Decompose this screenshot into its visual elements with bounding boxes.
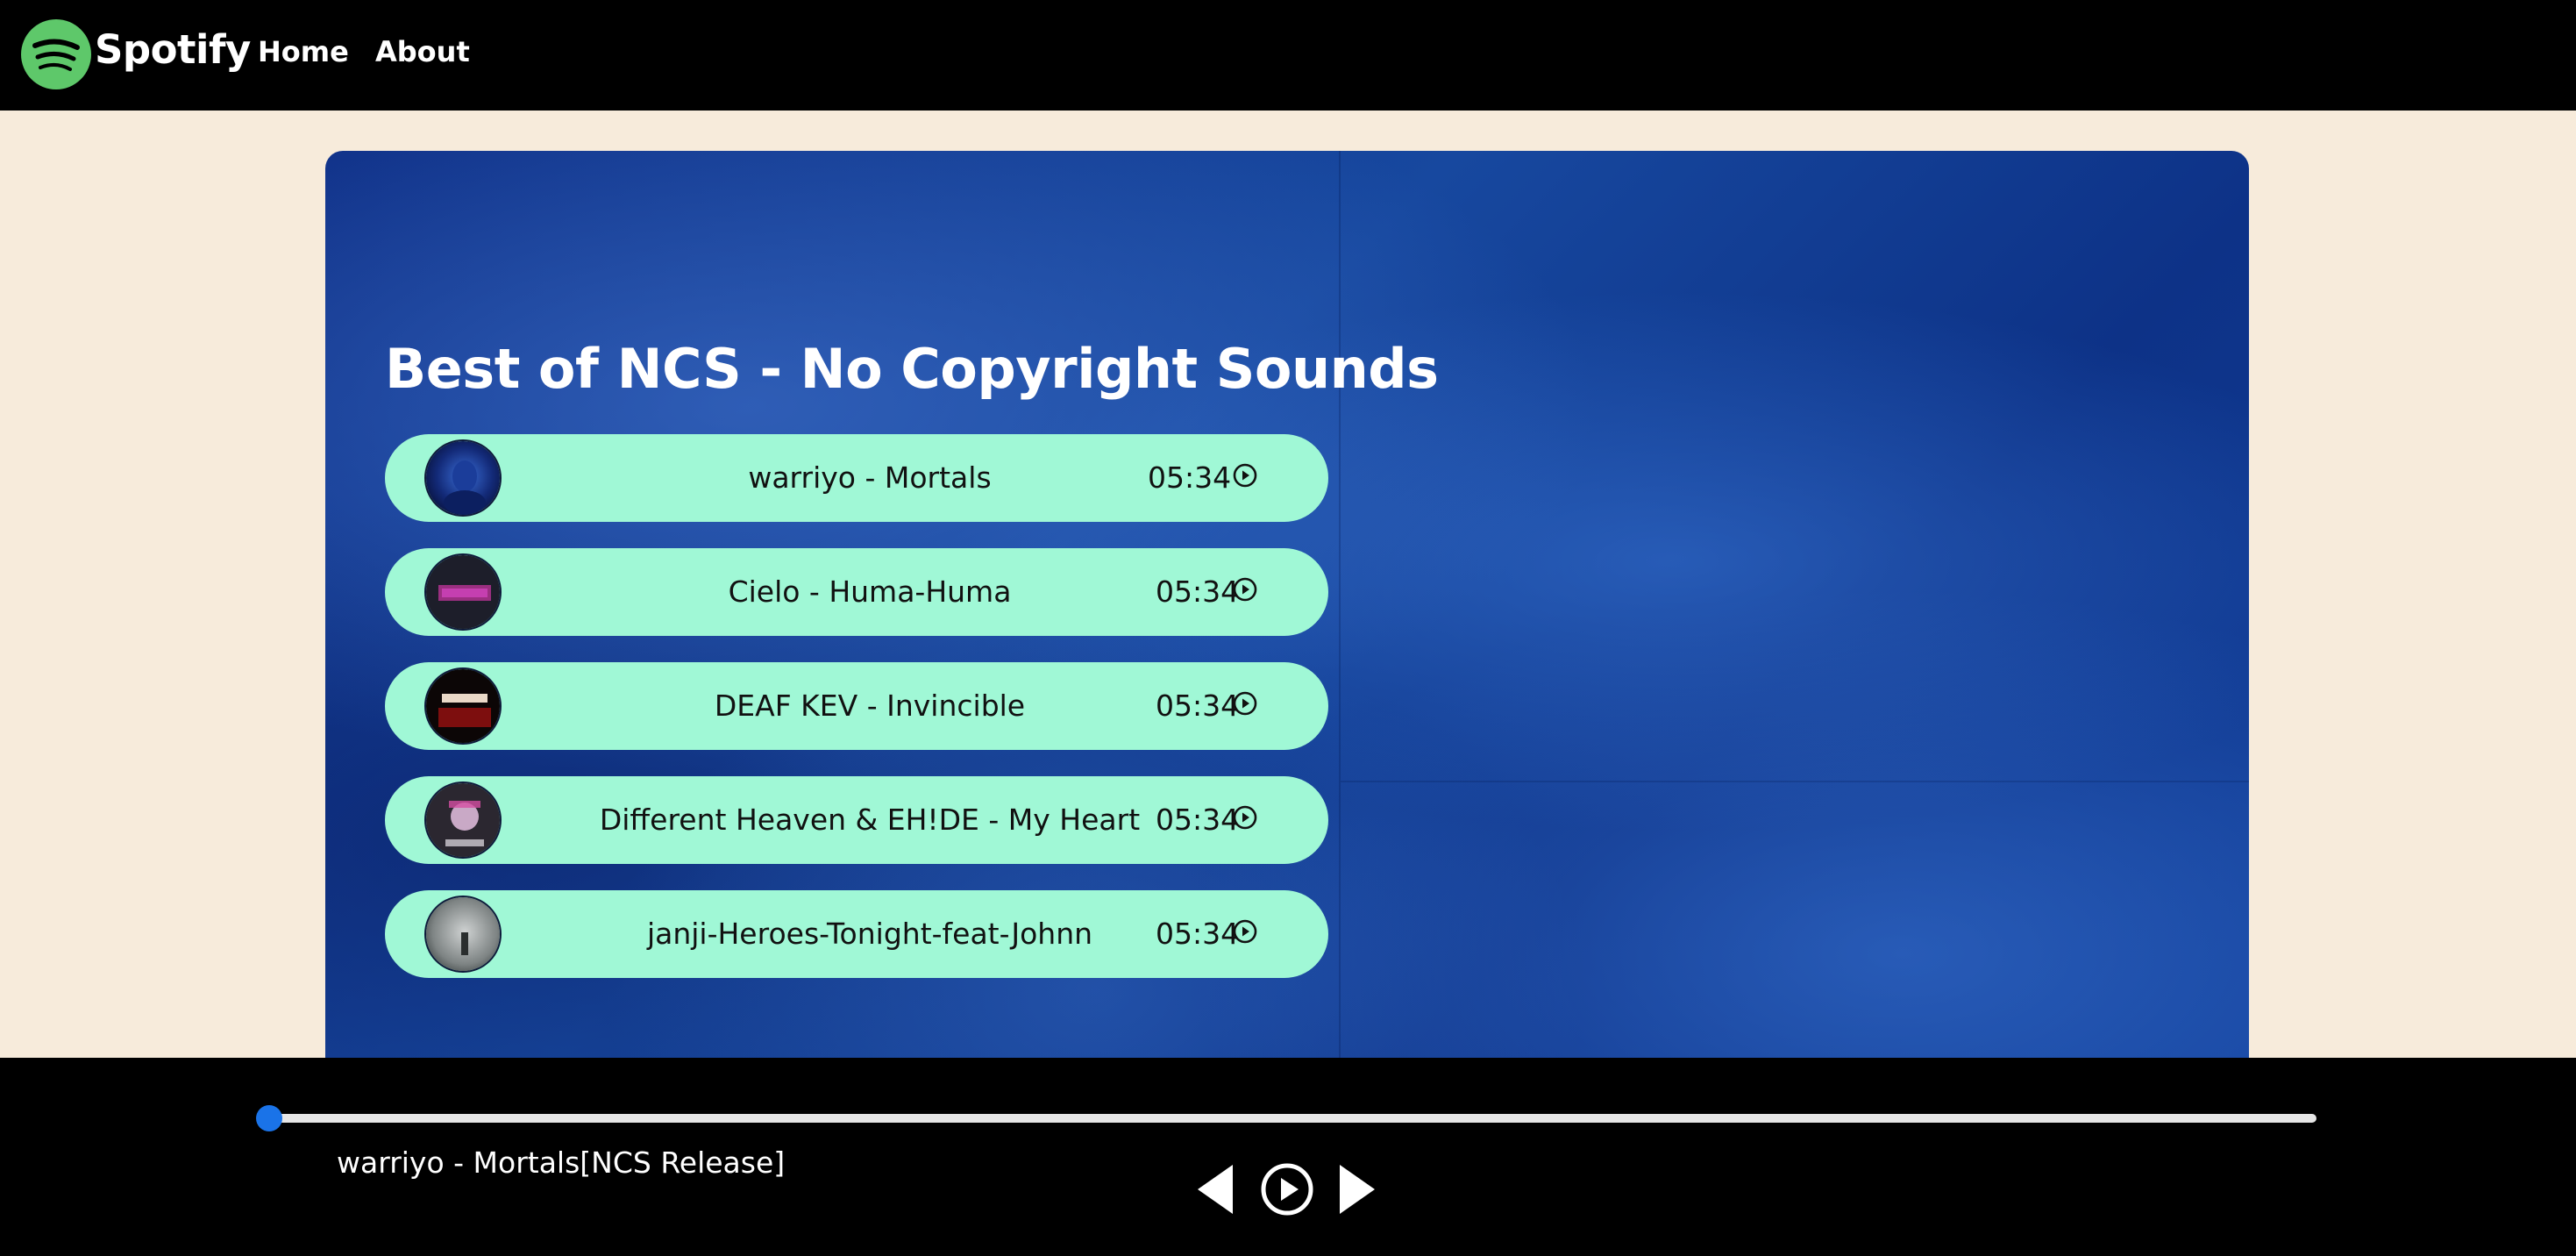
progress-thumb[interactable] — [256, 1105, 282, 1131]
now-playing-title: warriyo - Mortals[NCS Release] — [337, 1145, 786, 1180]
spotify-logo-icon[interactable] — [21, 19, 91, 89]
previous-icon[interactable] — [1194, 1161, 1236, 1217]
background-seam — [1341, 781, 2249, 782]
player-bar: warriyo - Mortals[NCS Release] — [0, 1058, 2576, 1256]
song-item[interactable]: janji-Heroes-Tonight-feat-Johnn 05:34 — [385, 890, 1328, 978]
progress-bar[interactable] — [268, 1114, 2316, 1123]
play-circle-icon[interactable] — [1232, 804, 1258, 831]
next-icon[interactable] — [1336, 1161, 1378, 1217]
playlist-panel: Best of NCS - No Copyright Sounds warriy… — [325, 151, 2249, 1063]
song-duration: 05:34 — [1148, 460, 1232, 495]
playlist-title: Best of NCS - No Copyright Sounds — [385, 337, 1439, 401]
play-circle-icon[interactable] — [1232, 690, 1258, 717]
navbar: Spotify Home About — [0, 0, 2576, 111]
song-item[interactable]: warriyo - Mortals 05:34 — [385, 434, 1328, 522]
nav-link-about[interactable]: About — [375, 35, 470, 68]
song-item[interactable]: DEAF KEV - Invincible 05:34 — [385, 662, 1328, 750]
song-duration: 05:34 — [1156, 574, 1240, 609]
background-seam — [1339, 151, 1341, 1063]
song-item[interactable]: Different Heaven & EH!DE - My Heart 05:3… — [385, 776, 1328, 864]
brand-name[interactable]: Spotify — [95, 26, 251, 73]
play-circle-icon[interactable] — [1259, 1161, 1315, 1217]
song-duration: 05:34 — [1156, 917, 1240, 951]
song-duration: 05:34 — [1156, 689, 1240, 723]
play-circle-icon[interactable] — [1232, 918, 1258, 945]
nav-link-home[interactable]: Home — [258, 35, 349, 68]
song-item[interactable]: Cielo - Huma-Huma 05:34 — [385, 548, 1328, 636]
play-circle-icon[interactable] — [1232, 576, 1258, 603]
song-duration: 05:34 — [1156, 803, 1240, 837]
play-circle-icon[interactable] — [1232, 462, 1258, 489]
